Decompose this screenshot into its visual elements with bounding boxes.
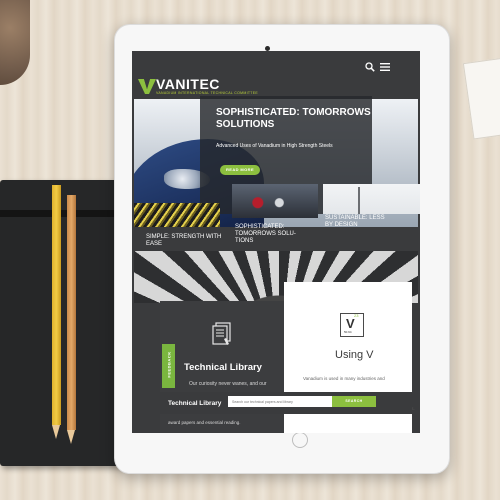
menu-icon[interactable]: [380, 63, 390, 71]
tile-sophisticated-image[interactable]: [232, 184, 318, 218]
tile-simple-image[interactable]: [134, 203, 220, 227]
technical-library-footnote: award papers and essential reading.: [168, 420, 241, 425]
hero-subtitle: Advanced Uses of Vanadium in High Streng…: [216, 143, 333, 149]
feedback-tab[interactable]: FEEDBACK: [162, 344, 175, 388]
technical-library-description: Our curiosity never wanes, and our: [189, 381, 267, 387]
tile-sustainable-label[interactable]: SUSTAINABLE: LESS BY DESIGN: [325, 215, 391, 229]
tile-simple-label[interactable]: SIMPLE: STRENGTH WITH EASE: [146, 234, 226, 248]
home-button[interactable]: [292, 432, 308, 448]
brand-name[interactable]: VANITEC: [156, 76, 220, 92]
search-button[interactable]: SEARCH: [332, 396, 376, 407]
atomic-number: 23: [354, 313, 359, 318]
search-icon[interactable]: [365, 62, 375, 72]
search-bar-label: Technical Library: [168, 400, 222, 407]
tablet-screen: VANITEC VANADIUM INTERNATIONAL TECHNICAL…: [132, 51, 420, 433]
element-symbol: V: [346, 316, 355, 331]
tile-sophisticated-label[interactable]: SOPHISTICATED: TOMORROWS SOLU- TIONS: [235, 224, 307, 245]
yellow-pencil: [52, 185, 61, 439]
vanitec-logo-icon: [138, 79, 156, 94]
read-more-button[interactable]: READ MORE: [220, 165, 260, 175]
using-v-description: Vanadium is used in many industries and: [303, 376, 385, 381]
brand-tagline: VANADIUM INTERNATIONAL TECHNICAL COMMITT…: [156, 91, 258, 95]
hero-title: SOPHISTICATED: TOMORROWS SOLUTIONS: [216, 107, 371, 130]
using-v-title[interactable]: Using V: [335, 349, 374, 361]
library-search-input[interactable]: [228, 396, 332, 407]
orange-pencil: [67, 195, 76, 444]
booklet: [462, 57, 500, 140]
feedback-label: FEEDBACK: [166, 351, 172, 378]
technical-library-title[interactable]: Technical Library: [184, 362, 262, 373]
document-icon: [212, 322, 231, 345]
tile-sustainable-image[interactable]: [323, 184, 420, 214]
atomic-mass: 50.94: [344, 330, 352, 334]
wind-turbine-icon: [358, 187, 360, 214]
plant-pot: [0, 0, 30, 85]
